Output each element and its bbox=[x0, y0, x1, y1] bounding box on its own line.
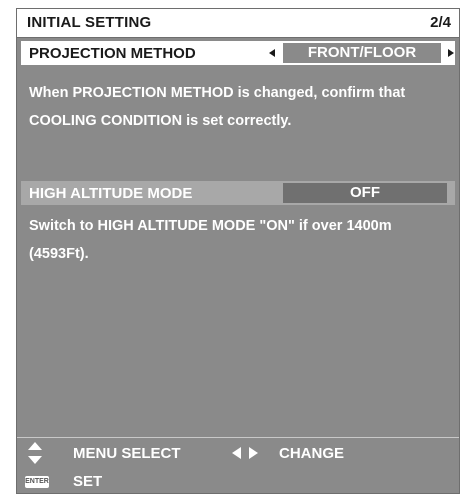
change-label: CHANGE bbox=[279, 445, 345, 462]
altitude-note-line2: (4593Ft). bbox=[29, 246, 89, 262]
leftright-arrows-icon bbox=[232, 447, 258, 459]
updown-arrows-icon bbox=[28, 442, 42, 464]
title-bar: INITIAL SETTING 2/4 bbox=[17, 9, 459, 38]
altitude-note-line1: Switch to HIGH ALTITUDE MODE "ON" if ove… bbox=[29, 218, 392, 234]
initial-setting-panel: INITIAL SETTING 2/4 PROJECTION METHOD FR… bbox=[16, 8, 460, 494]
enter-key-icon: ENTER bbox=[25, 476, 49, 488]
set-label: SET bbox=[73, 473, 103, 490]
high-altitude-mode-row[interactable]: HIGH ALTITUDE MODE OFF bbox=[21, 181, 455, 205]
projection-method-row[interactable]: PROJECTION METHOD FRONT/FLOOR bbox=[21, 41, 455, 65]
projection-note-line2: COOLING CONDITION is set correctly. bbox=[29, 113, 292, 129]
footer-divider bbox=[17, 437, 459, 438]
projection-method-label: PROJECTION METHOD bbox=[29, 45, 196, 62]
projection-note-line1: When PROJECTION METHOD is changed, confi… bbox=[29, 85, 406, 101]
right-arrow-icon[interactable] bbox=[448, 49, 454, 57]
projection-method-value[interactable]: FRONT/FLOOR bbox=[283, 43, 441, 63]
menu-select-label: MENU SELECT bbox=[73, 445, 181, 462]
high-altitude-mode-label: HIGH ALTITUDE MODE bbox=[29, 185, 193, 202]
left-arrow-icon[interactable] bbox=[269, 49, 275, 57]
high-altitude-mode-value[interactable]: OFF bbox=[283, 183, 447, 203]
page-title: INITIAL SETTING bbox=[27, 14, 152, 31]
page-indicator: 2/4 bbox=[430, 14, 451, 31]
